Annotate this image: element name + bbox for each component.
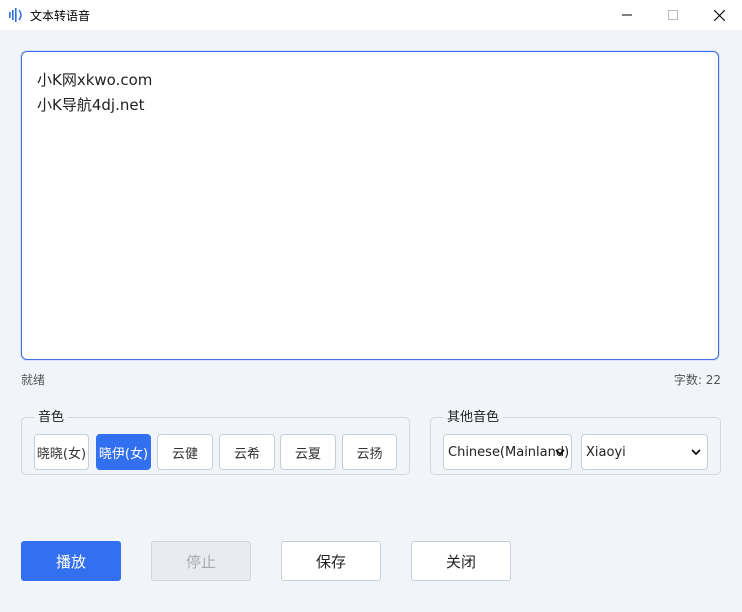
voice-group: 音色 晓晓(女) 晓伊(女) 云健 云希 云夏 云扬	[21, 410, 410, 475]
voice-button-yunyang[interactable]: 云扬	[342, 434, 397, 470]
voice-button-xiaoxiao[interactable]: 晓晓(女)	[34, 434, 89, 470]
voice-group-legend: 音色	[34, 410, 69, 425]
close-icon	[713, 9, 725, 21]
chevron-down-icon	[691, 449, 701, 456]
maximize-icon	[668, 10, 678, 20]
voice-select[interactable]: Xiaoyi	[581, 434, 708, 470]
close-button[interactable]: 关闭	[411, 541, 511, 581]
voice-button-yunxia[interactable]: 云夏	[280, 434, 336, 470]
save-button[interactable]: 保存	[281, 541, 381, 581]
voice-button-yunxi[interactable]: 云希	[219, 434, 275, 470]
editor-content: 小K网xkwo.com 小K导航4dj.net	[37, 68, 152, 118]
close-window-button[interactable]	[696, 0, 742, 30]
char-count: 字数: 22	[673, 373, 721, 387]
language-select[interactable]: Chinese(Mainland)	[443, 434, 572, 470]
minimize-button[interactable]	[604, 0, 650, 30]
editor-line: 小K网xkwo.com	[37, 71, 153, 89]
status-text: 就绪	[21, 373, 46, 387]
editor-line: 小K导航4dj.net	[37, 96, 145, 114]
voice-button-yunjian[interactable]: 云健	[157, 434, 213, 470]
other-voice-group: 其他音色 Chinese(Mainland) Xiaoyi	[430, 410, 721, 475]
maximize-button[interactable]	[650, 0, 696, 30]
stop-button[interactable]: 停止	[151, 541, 251, 581]
voice-select-value: Xiaoyi	[586, 444, 626, 460]
title-bar: 文本转语音	[0, 0, 742, 30]
window-title: 文本转语音	[30, 9, 91, 23]
voice-button-xiaoyi[interactable]: 晓伊(女)	[96, 434, 151, 470]
other-voice-legend: 其他音色	[443, 410, 504, 425]
minimize-icon	[622, 14, 632, 16]
sound-wave-icon	[9, 8, 22, 22]
play-button[interactable]: 播放	[21, 541, 121, 581]
text-input-area[interactable]: 小K网xkwo.com 小K导航4dj.net	[21, 51, 719, 360]
chevron-down-icon	[555, 449, 565, 456]
language-select-value: Chinese(Mainland)	[448, 444, 570, 460]
